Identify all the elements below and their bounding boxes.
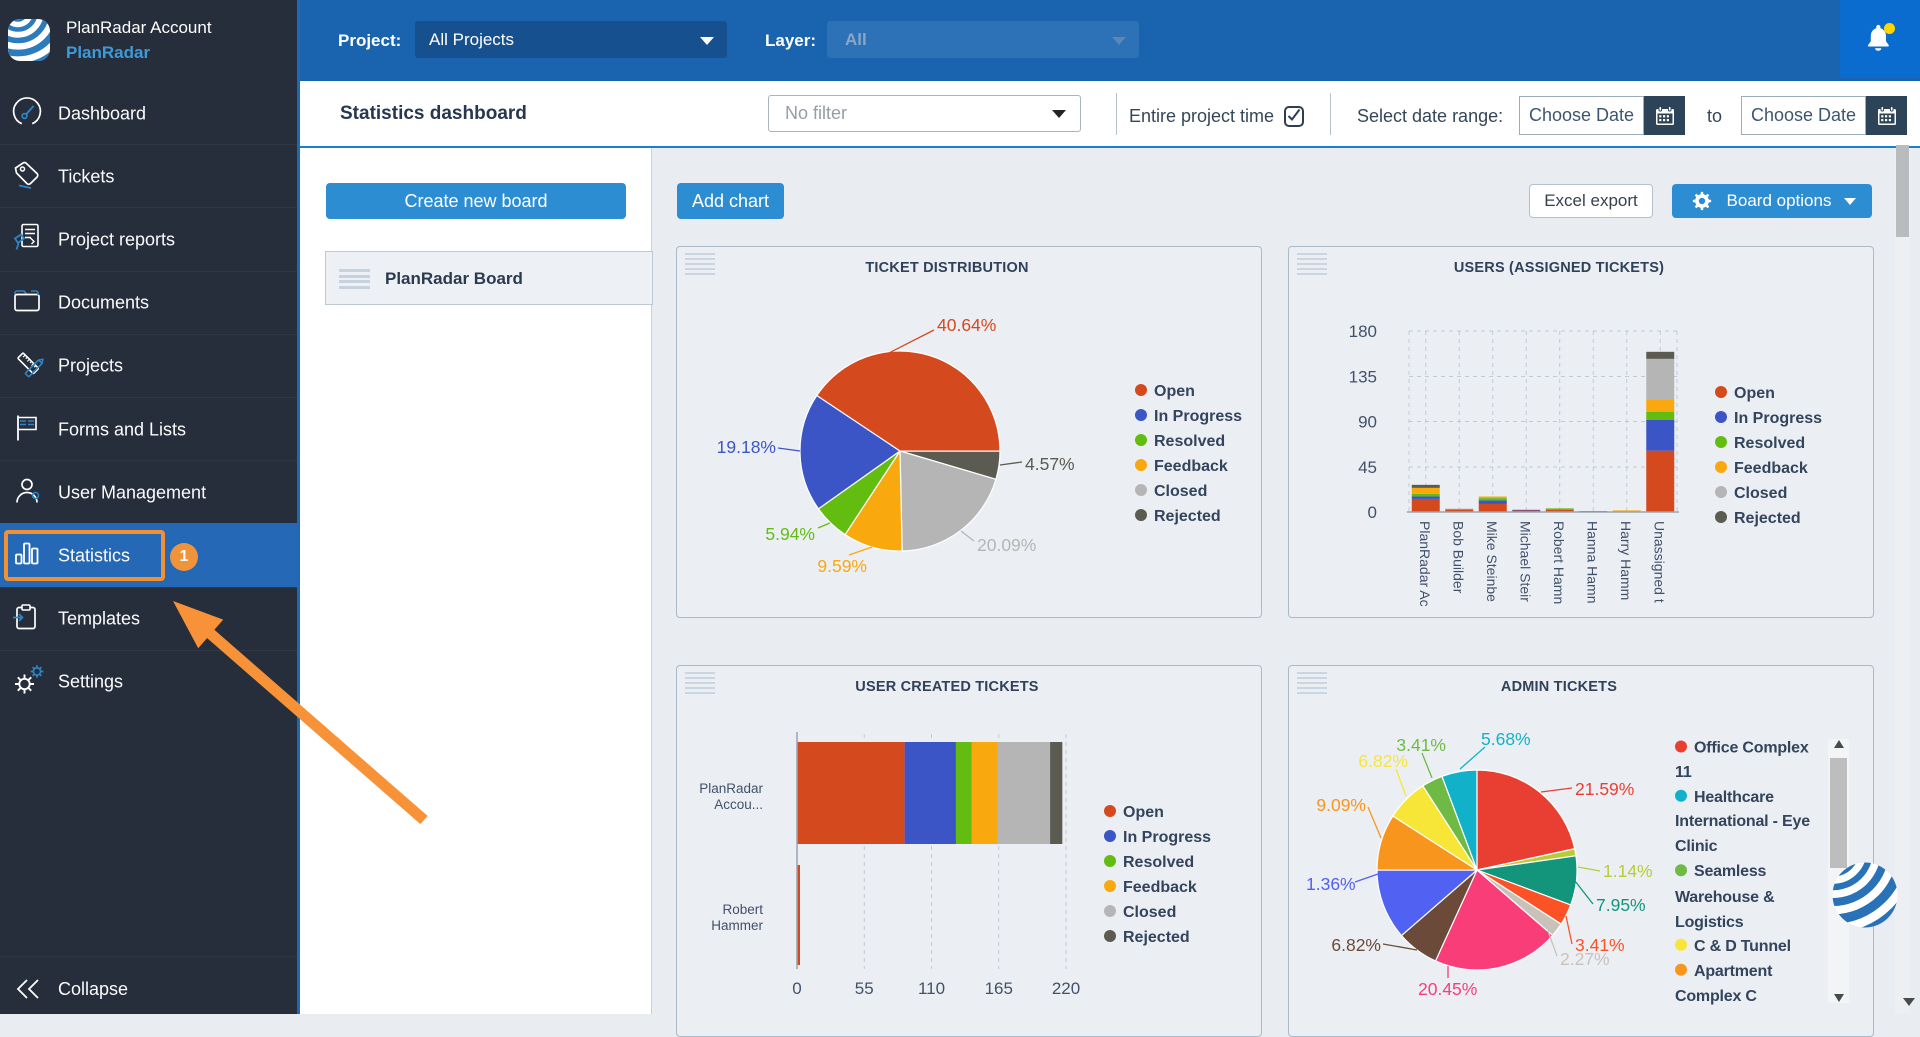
svg-text:Clinic: Clinic [1675, 838, 1718, 855]
svg-text:Feedback: Feedback [1123, 879, 1197, 896]
svg-text:C & D Tunnel: C & D Tunnel [1694, 938, 1791, 955]
svg-text:Rejected: Rejected [1123, 929, 1190, 946]
svg-text:Complex C: Complex C [1675, 988, 1757, 1005]
svg-text:Closed: Closed [1123, 904, 1176, 921]
svg-text:Warehouse &: Warehouse & [1675, 889, 1775, 906]
svg-text:1.36%: 1.36% [1306, 874, 1356, 894]
svg-text:Feedback: Feedback [1154, 458, 1228, 475]
svg-text:International - Eye: International - Eye [1675, 813, 1810, 830]
svg-text:Robert: Robert [722, 902, 763, 917]
svg-text:0: 0 [1368, 503, 1377, 522]
svg-text:9.59%: 9.59% [817, 556, 867, 576]
svg-text:Harry Hamm: Harry Hamm [1618, 521, 1634, 600]
svg-text:Robert Hamn: Robert Hamn [1551, 521, 1567, 604]
svg-text:Resolved: Resolved [1154, 433, 1225, 450]
svg-text:55: 55 [855, 979, 874, 998]
svg-text:Healthcare: Healthcare [1694, 789, 1774, 806]
svg-text:4.57%: 4.57% [1025, 454, 1075, 474]
svg-text:1.14%: 1.14% [1603, 861, 1653, 881]
svg-text:Office Complex: Office Complex [1694, 740, 1809, 757]
svg-text:90: 90 [1358, 413, 1377, 432]
svg-text:Rejected: Rejected [1734, 510, 1801, 527]
svg-text:Open: Open [1154, 383, 1195, 400]
svg-text:6.82%: 6.82% [1331, 935, 1381, 955]
svg-text:Hammer: Hammer [711, 918, 763, 933]
svg-text:5.68%: 5.68% [1481, 729, 1531, 749]
svg-text:Open: Open [1123, 804, 1164, 821]
svg-text:PlanRadar Ac: PlanRadar Ac [1417, 521, 1433, 607]
svg-text:Resolved: Resolved [1734, 435, 1805, 452]
svg-text:Logistics: Logistics [1675, 914, 1744, 931]
svg-text:2.27%: 2.27% [1560, 949, 1610, 969]
svg-text:180: 180 [1349, 322, 1377, 341]
svg-text:Unassigned t: Unassigned t [1651, 521, 1667, 603]
svg-text:Closed: Closed [1734, 485, 1787, 502]
svg-text:Mike Steinbe: Mike Steinbe [1484, 521, 1500, 602]
svg-text:20.09%: 20.09% [977, 535, 1036, 555]
svg-text:20.45%: 20.45% [1418, 979, 1477, 999]
svg-text:Bob Builder: Bob Builder [1450, 521, 1466, 594]
svg-text:Open: Open [1734, 385, 1775, 402]
svg-text:110: 110 [918, 979, 945, 998]
svg-text:45: 45 [1358, 458, 1377, 477]
svg-text:135: 135 [1349, 368, 1377, 387]
svg-text:165: 165 [985, 979, 1013, 998]
svg-text:In Progress: In Progress [1734, 410, 1822, 427]
svg-text:In Progress: In Progress [1123, 829, 1211, 846]
svg-text:Feedback: Feedback [1734, 460, 1808, 477]
svg-text:Seamless: Seamless [1694, 863, 1767, 880]
svg-text:220: 220 [1052, 979, 1080, 998]
svg-text:40.64%: 40.64% [937, 315, 996, 335]
svg-text:In Progress: In Progress [1154, 408, 1242, 425]
svg-text:Hanna Hamn: Hanna Hamn [1584, 521, 1600, 604]
svg-text:11: 11 [1675, 764, 1692, 781]
svg-text:5.94%: 5.94% [765, 524, 815, 544]
svg-text:Michael Steir: Michael Steir [1517, 521, 1533, 602]
svg-text:9.09%: 9.09% [1316, 795, 1366, 815]
svg-text:Closed: Closed [1154, 483, 1207, 500]
svg-text:Resolved: Resolved [1123, 854, 1194, 871]
svg-text:Rejected: Rejected [1154, 508, 1221, 525]
svg-text:PlanRadar: PlanRadar [699, 781, 763, 796]
svg-text:Apartment: Apartment [1694, 963, 1773, 980]
svg-text:Accou...: Accou... [714, 797, 763, 812]
svg-text:7.95%: 7.95% [1596, 895, 1646, 915]
svg-text:3.41%: 3.41% [1396, 735, 1446, 755]
svg-text:0: 0 [792, 979, 801, 998]
svg-text:21.59%: 21.59% [1575, 779, 1634, 799]
svg-text:19.18%: 19.18% [717, 437, 776, 457]
